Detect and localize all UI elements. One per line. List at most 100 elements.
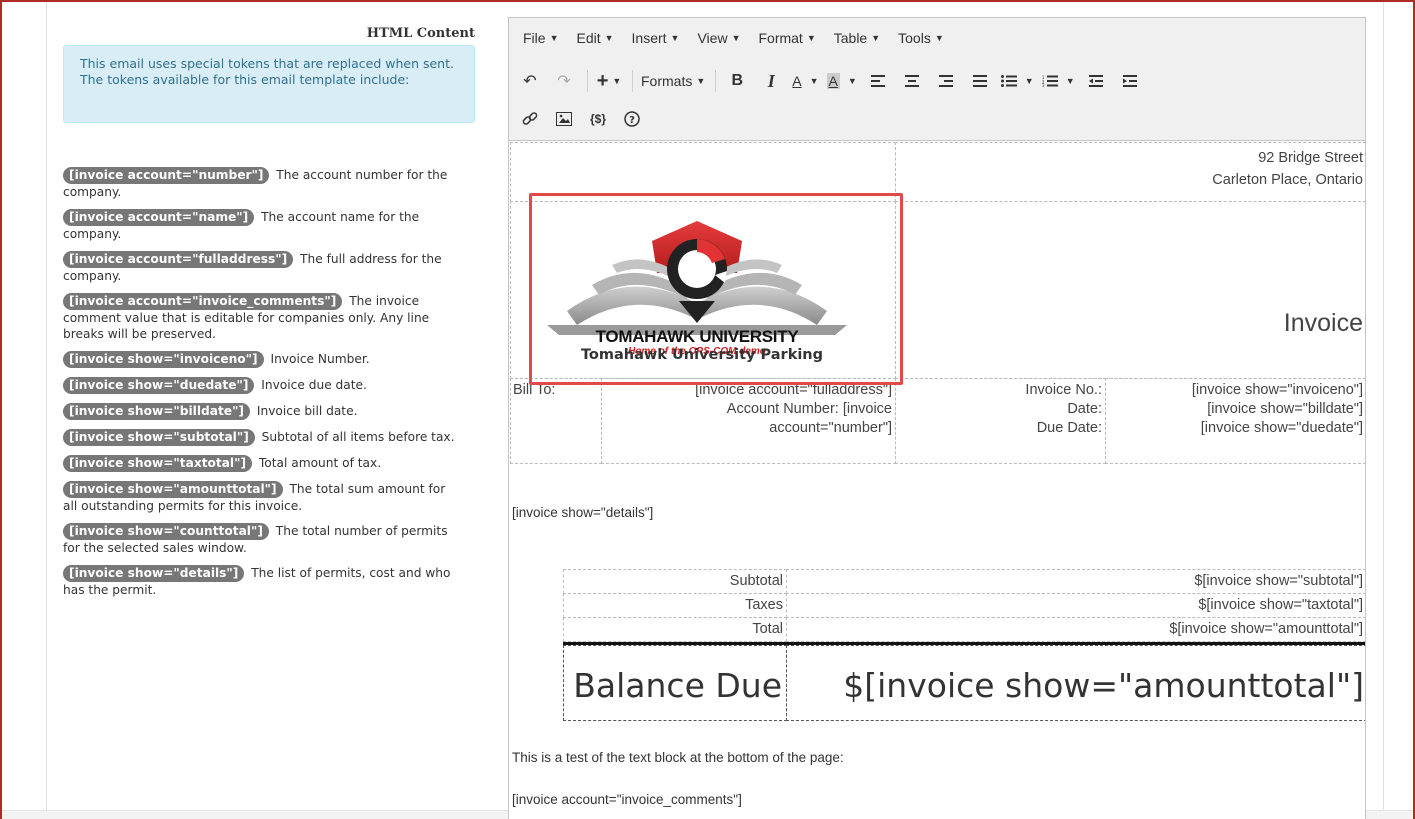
token-item: [invoice show="counttotal"] The total nu… <box>63 523 463 556</box>
account-number-line-2: account="number"] <box>769 420 892 436</box>
token-badge: [invoice show="billdate"] <box>63 403 250 420</box>
menu-view[interactable]: View ▼ <box>697 30 740 46</box>
taxes-value: $[invoice show="taxtotal"] <box>1198 597 1363 613</box>
token-badge: [invoice account="fulladdress"] <box>63 251 294 268</box>
token-item: [invoice show="taxtotal"] Total amount o… <box>63 455 463 472</box>
align-justify-icon[interactable] <box>967 68 993 94</box>
token-item: [invoice show="invoiceno"] Invoice Numbe… <box>63 351 463 368</box>
menu-format[interactable]: Format ▼ <box>758 30 815 46</box>
image-icon[interactable] <box>551 106 577 132</box>
address-line-2: Carleton Place, Ontario <box>1212 172 1363 188</box>
token-item: [invoice show="amounttotal"] The total s… <box>63 481 463 514</box>
token-description: Invoice due date. <box>261 378 367 392</box>
token-badge: [invoice account="number"] <box>63 167 270 184</box>
date-label: Date: <box>1067 401 1102 417</box>
menu-table[interactable]: Table ▼ <box>834 30 880 46</box>
invoice-no-value: [invoice show="invoiceno"] <box>1191 382 1363 398</box>
editor-menubar: File ▼ Edit ▼ Insert ▼ View ▼ Format ▼ Table ▼… <box>509 18 1365 58</box>
invoice-meta-values-cell: [invoice show="invoiceno"] [invoice show… <box>1105 378 1365 464</box>
bill-to-label-cell: Bill To: <box>510 378 602 464</box>
left-gutter-line <box>46 2 47 819</box>
menu-tools-label: Tools <box>898 30 931 46</box>
caret-down-icon: ▼ <box>696 76 706 86</box>
numbered-list-icon[interactable]: 1 2 3 ▼ <box>1042 68 1075 94</box>
align-left-icon[interactable] <box>865 68 891 94</box>
token-item: [invoice account="fulladdress"] The full… <box>63 251 463 284</box>
toolbar-row-2: {$} ? <box>517 106 653 132</box>
address-line-1: 92 Bridge Street <box>1258 150 1363 166</box>
outdent-icon[interactable] <box>1083 68 1109 94</box>
align-right-icon[interactable] <box>933 68 959 94</box>
token-item: [invoice account="number"] The account n… <box>63 167 463 200</box>
svg-text:?: ? <box>629 115 635 126</box>
menu-tools[interactable]: Tools ▼ <box>898 30 944 46</box>
menu-insert[interactable]: Insert ▼ <box>632 30 680 46</box>
token-info-box: This email uses special tokens that are … <box>63 45 475 123</box>
bold-icon[interactable]: B <box>724 68 750 94</box>
caret-down-icon: ▼ <box>871 33 881 43</box>
balance-value-cell: $[invoice show="amounttotal"] <box>786 645 1365 721</box>
balance-due-value: $[invoice show="amounttotal"] <box>843 666 1364 705</box>
toolbar-separator <box>715 70 717 92</box>
toolbar-separator <box>587 70 588 92</box>
comments-token: [invoice account="invoice_comments"] <box>512 792 742 807</box>
token-badge: [invoice show="taxtotal"] <box>63 455 253 472</box>
right-gutter-line <box>1383 2 1384 819</box>
details-token: [invoice show="details"] <box>512 505 654 520</box>
bullet-list-icon[interactable]: ▼ <box>1000 68 1034 94</box>
token-item: [invoice show="billdate"] Invoice bill d… <box>63 403 463 420</box>
token-badge: [invoice show="amounttotal"] <box>63 481 283 498</box>
total-label: Total <box>752 621 783 637</box>
menu-file-label: File <box>523 30 546 46</box>
balance-label-cell: Balance Due <box>563 645 787 721</box>
invoice-title-cell: Invoice <box>895 201 1365 379</box>
token-item: [invoice show="details"] The list of per… <box>63 565 463 598</box>
redo-icon[interactable]: ↷ <box>551 68 577 94</box>
italic-icon[interactable]: I <box>758 68 784 94</box>
menu-insert-label: Insert <box>631 30 667 46</box>
subtotal-value: $[invoice show="subtotal"] <box>1194 573 1363 589</box>
menu-edit[interactable]: Edit ▼ <box>576 30 613 46</box>
formats-label: Formats <box>641 73 693 89</box>
token-item: [invoice account="invoice_comments"] The… <box>63 293 463 342</box>
caret-down-icon: ▼ <box>731 33 741 43</box>
token-badge: [invoice account="name"] <box>63 209 255 226</box>
align-center-icon[interactable] <box>899 68 925 94</box>
token-badge: [invoice show="invoiceno"] <box>63 351 264 368</box>
token-list: [invoice account="number"] The account n… <box>63 167 463 607</box>
caret-down-icon: ▼ <box>934 33 944 43</box>
token-description: Subtotal of all items before tax. <box>261 430 455 444</box>
total-label-cell: Total <box>563 617 787 642</box>
token-icon[interactable]: {$} <box>585 106 611 132</box>
indent-icon[interactable] <box>1117 68 1143 94</box>
token-badge: [invoice show="duedate"] <box>63 377 255 394</box>
due-date-value: [invoice show="duedate"] <box>1200 420 1363 436</box>
link-icon[interactable] <box>517 106 543 132</box>
taxes-label-cell: Taxes <box>563 593 787 618</box>
invoice-meta-labels-cell: Invoice No.: Date: Due Date: <box>895 378 1106 464</box>
invoice-no-label: Invoice No.: <box>1025 382 1102 398</box>
undo-icon[interactable]: ↶ <box>517 68 543 94</box>
total-value: $[invoice show="amounttotal"] <box>1169 621 1363 637</box>
insert-plus-icon[interactable]: + ▼ <box>596 68 622 94</box>
subtotal-label: Subtotal <box>729 573 783 589</box>
toolbar-separator <box>632 70 633 92</box>
menu-format-label: Format <box>758 30 803 46</box>
help-icon[interactable]: ? <box>619 106 645 132</box>
background-color-icon[interactable]: A ▼ <box>826 68 857 94</box>
caret-down-icon: ▼ <box>670 33 680 43</box>
subtotal-value-cell: $[invoice show="subtotal"] <box>786 569 1365 594</box>
text-color-icon[interactable]: A ▼ <box>792 68 818 94</box>
svg-text:3: 3 <box>1042 83 1045 87</box>
token-item: [invoice account="name"] The account nam… <box>63 209 463 242</box>
bill-to-value-cell: [invoice account="fulladdress"] Account … <box>601 378 896 464</box>
token-description: Total amount of tax. <box>258 456 382 470</box>
caret-down-icon: ▼ <box>806 33 816 43</box>
html-content-heading: HTML Content <box>366 26 475 41</box>
menu-file[interactable]: File ▼ <box>523 30 558 46</box>
formats-dropdown[interactable]: Formats ▼ <box>641 73 705 89</box>
token-description: Invoice bill date. <box>256 404 358 418</box>
token-badge: [invoice show="details"] <box>63 565 245 582</box>
taxes-label: Taxes <box>745 597 783 613</box>
left-panel: HTML Content This email uses special tok… <box>63 26 475 123</box>
